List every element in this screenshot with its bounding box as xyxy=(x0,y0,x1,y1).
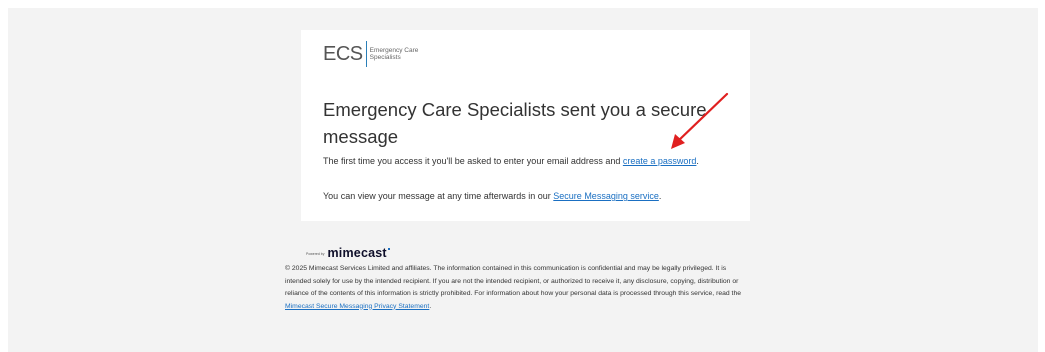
logo-mark: ECS xyxy=(323,43,363,65)
secure-messaging-service-link[interactable]: Secure Messaging service xyxy=(553,191,659,201)
ecs-logo: ECS Emergency Care Specialists xyxy=(323,41,418,67)
paragraph-2-text: You can view your message at any time af… xyxy=(323,191,554,201)
powered-by-label: Powered by xyxy=(306,252,325,256)
message-paragraph-1: The first time you access it you'll be a… xyxy=(323,155,743,167)
legal-disclaimer: © 2025 Mimecast Services Limited and aff… xyxy=(285,263,745,313)
red-arrow-annotation xyxy=(671,92,729,149)
legal-text: © 2025 Mimecast Services Limited and aff… xyxy=(285,265,742,297)
mimecast-logo: mimecast xyxy=(327,246,387,260)
logo-text: Emergency Care Specialists xyxy=(370,47,419,62)
mimecast-brand: Powered by mimecast xyxy=(306,246,745,260)
logo-text-line1: Emergency Care xyxy=(369,46,419,54)
footer: Powered by mimecast © 2025 Mimecast Serv… xyxy=(285,246,745,313)
logo-text-line2: Specialists xyxy=(369,54,401,61)
privacy-statement-link[interactable]: Mimecast Secure Messaging Privacy Statem… xyxy=(285,303,429,310)
legal-end: . xyxy=(429,302,432,310)
paragraph-1-end: . xyxy=(696,156,699,166)
mimecast-logo-dot xyxy=(387,248,390,250)
message-paragraph-2: You can view your message at any time af… xyxy=(323,190,743,202)
paragraph-1-text: The first time you access it you'll be a… xyxy=(323,156,623,166)
create-password-link[interactable]: create a password xyxy=(623,156,697,166)
paragraph-2-end: . xyxy=(658,191,662,201)
logo-divider xyxy=(365,41,367,67)
